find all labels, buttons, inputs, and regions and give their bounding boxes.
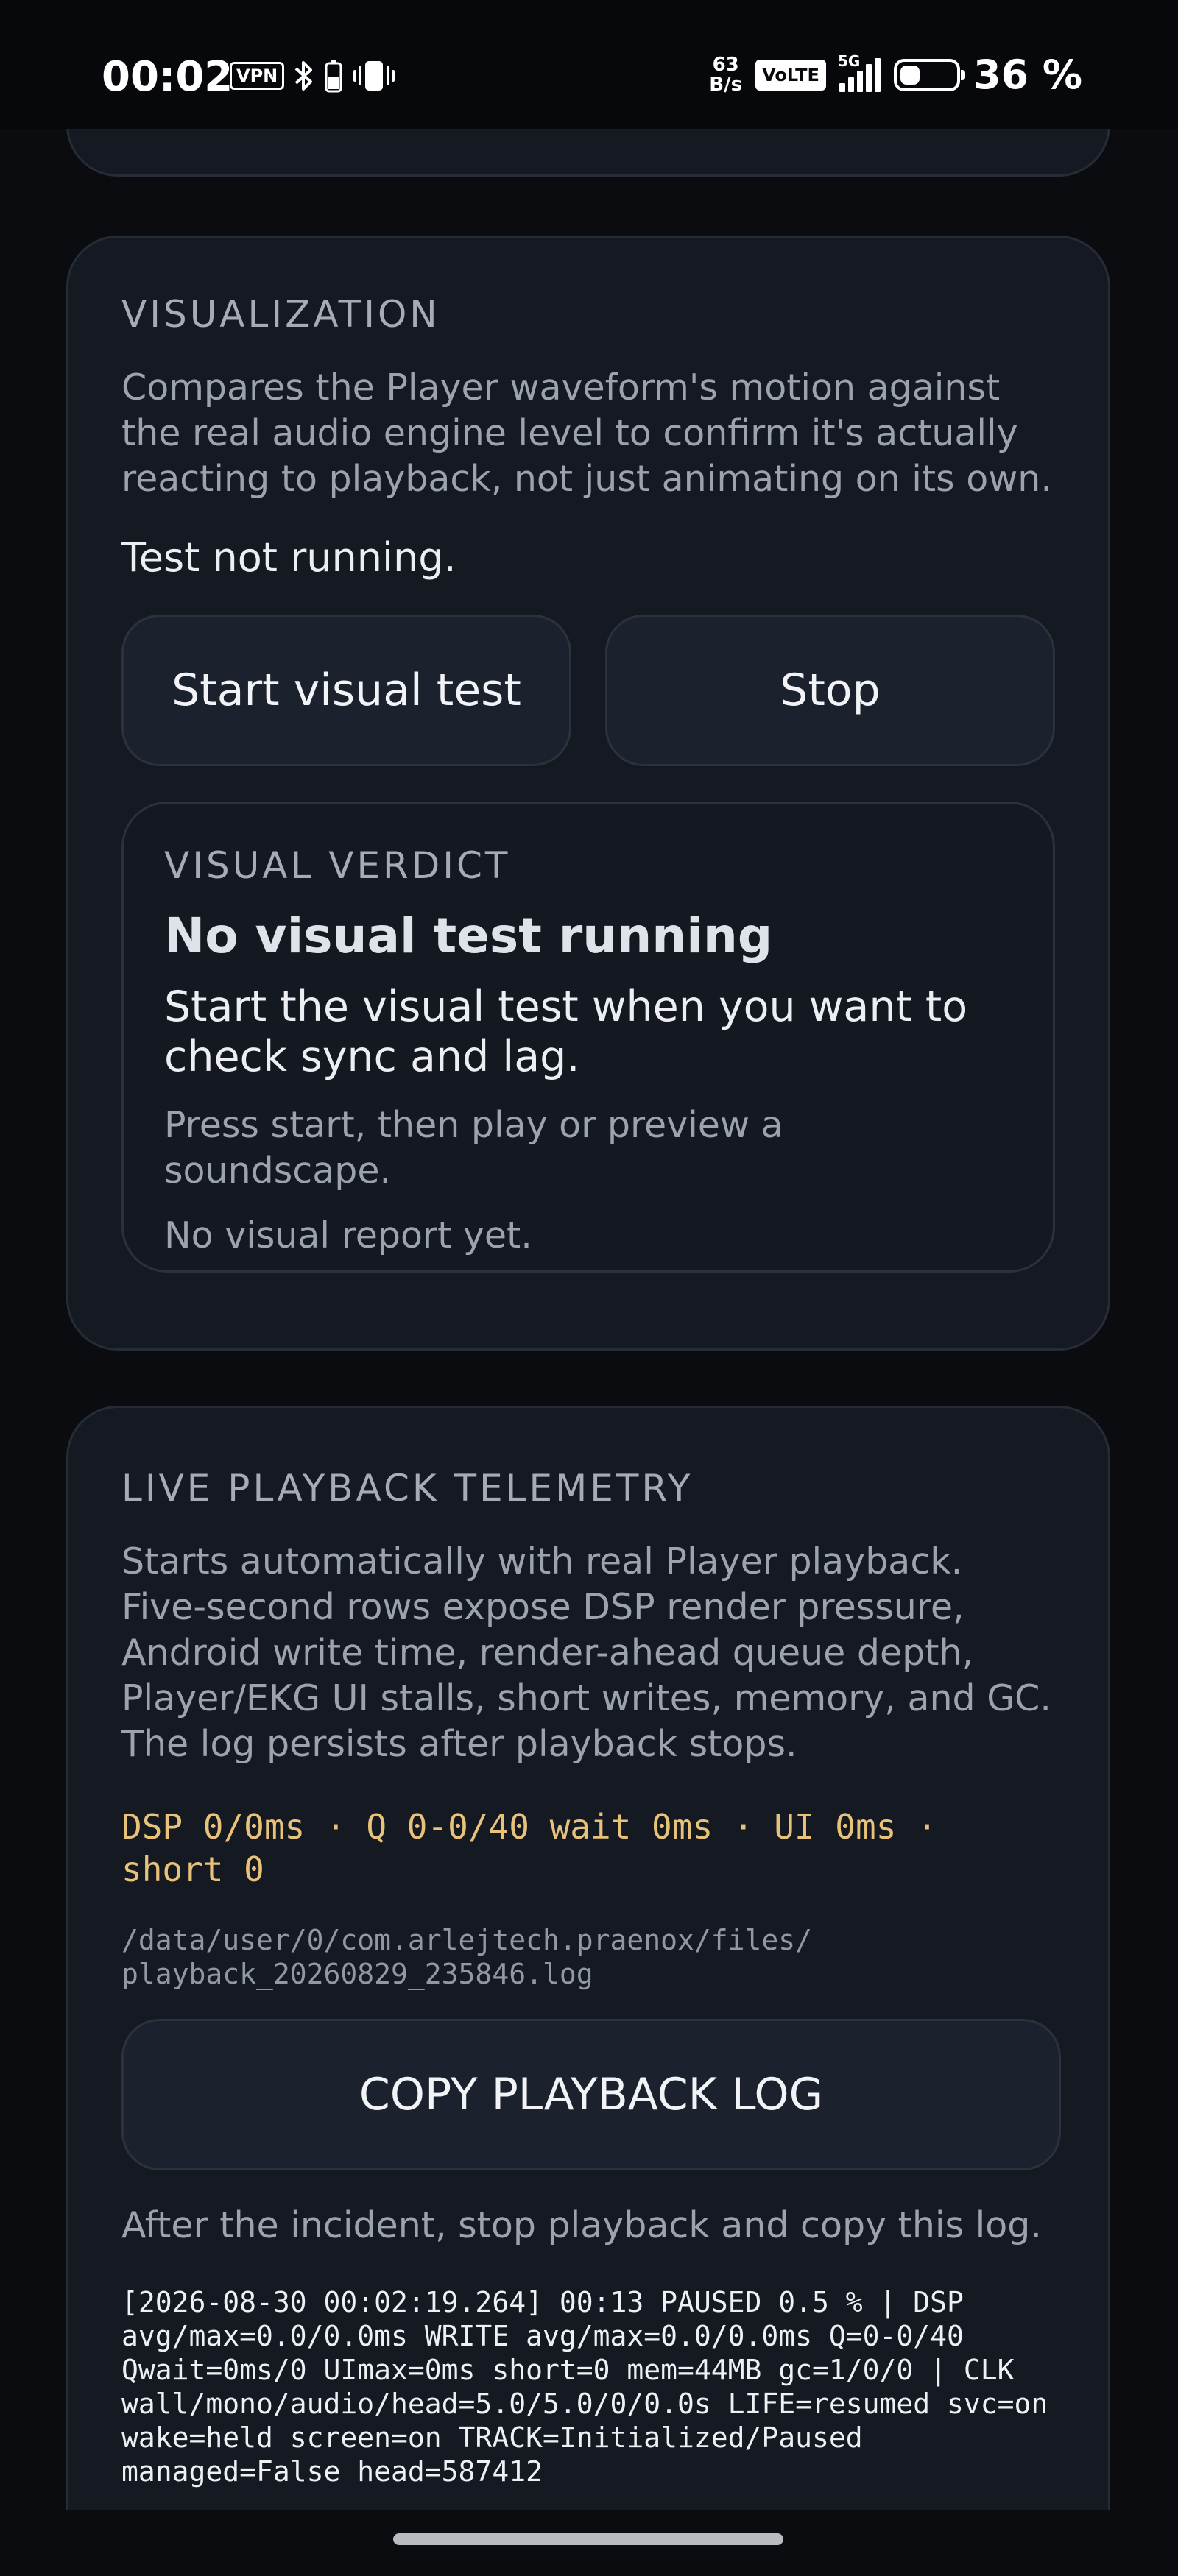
network-type: 5G: [837, 52, 861, 70]
log-file-path: /data/user/0/com.arlejtech.praenox/files…: [121, 1924, 812, 1990]
visual-verdict-panel: VISUAL VERDICT No visual test running St…: [121, 802, 1055, 1273]
volte-badge: VoLTE: [755, 59, 826, 91]
battery-icon: [893, 58, 965, 91]
visualization-card: VISUALIZATION Compares the Player wavefo…: [66, 236, 1110, 1351]
telemetry-label: LIVE PLAYBACK TELEMETRY: [121, 1467, 694, 1510]
telemetry-metrics: DSP 0/0ms · Q 0-0/40 wait 0ms · UI 0ms ·…: [121, 1807, 937, 1889]
status-bar: 00:02 VPN 63 B/s VoLTE 5G 36 %: [0, 0, 1178, 129]
visualization-description: Compares the Player waveform's motion ag…: [121, 367, 1052, 500]
verdict-hint: Press start, then play or preview a soun…: [164, 1104, 783, 1192]
net-speed: 63 B/s: [709, 53, 743, 96]
start-visual-test-button[interactable]: Start visual test: [121, 615, 571, 766]
verdict-report: No visual report yet.: [164, 1214, 532, 1256]
net-speed-value: 63: [712, 53, 739, 76]
visualization-label: VISUALIZATION: [121, 293, 440, 336]
bluetooth-battery-icon: [325, 60, 342, 93]
stop-button[interactable]: Stop: [605, 615, 1055, 766]
status-time: 00:02: [102, 53, 233, 101]
telemetry-description: Starts automatically with real Player pl…: [121, 1540, 1051, 1765]
bluetooth-icon: [294, 61, 313, 91]
vibrate-icon: [353, 61, 395, 91]
visual-test-controls: Start visual test Stop: [121, 615, 1055, 766]
signal-icon: 5G: [838, 52, 881, 92]
verdict-subtitle: Start the visual test when you want to c…: [164, 983, 968, 1081]
visual-verdict-label: VISUAL VERDICT: [164, 844, 511, 887]
copy-playback-log-button[interactable]: COPY PLAYBACK LOG: [121, 2019, 1061, 2170]
status-right-icons: 63 B/s VoLTE 5G 36 %: [709, 52, 1082, 98]
net-speed-unit: B/s: [709, 73, 743, 96]
battery-fill: [900, 65, 920, 85]
copy-log-hint: After the incident, stop playback and co…: [121, 2204, 1042, 2246]
log-entry: [2026-08-30 00:02:19.264] 00:13 PAUSED 0…: [121, 2286, 1048, 2488]
telemetry-card: LIVE PLAYBACK TELEMETRY Starts automatic…: [66, 1406, 1110, 2510]
status-left-icons: VPN: [230, 59, 396, 93]
verdict-title: No visual test running: [164, 907, 773, 964]
vpn-badge: VPN: [230, 62, 285, 90]
home-indicator[interactable]: [393, 2533, 783, 2545]
test-status: Test not running.: [121, 534, 456, 581]
battery-text: 36 %: [973, 52, 1082, 98]
